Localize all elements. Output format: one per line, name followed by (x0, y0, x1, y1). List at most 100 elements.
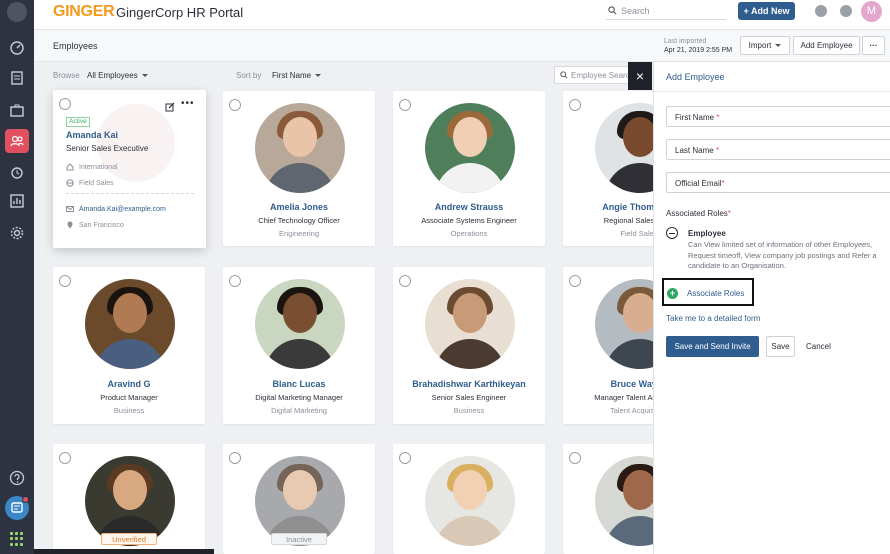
employee-card[interactable]: Unverified (53, 444, 205, 554)
browse-label: Browse (53, 71, 80, 80)
top-bar: GINGER GingerCorp HR Portal Search + Add… (34, 0, 890, 30)
save-button[interactable]: Save (766, 336, 795, 357)
filter-bar: Browse All Employees Sort by First Name … (34, 62, 654, 87)
expanded-employee-card[interactable]: ••• Active Amanda Kai Senior Sales Execu… (53, 90, 206, 248)
employee-name[interactable]: Brahadishwar Karthikeyan (393, 379, 545, 389)
official-email-field[interactable]: Official Email* (666, 172, 890, 193)
divider (654, 91, 890, 92)
chevron-down-icon (141, 74, 148, 78)
employee-card[interactable]: Blanc Lucas Digital Marketing Manager Di… (223, 267, 375, 424)
select-radio[interactable] (229, 99, 241, 111)
department: Field Sales (79, 179, 114, 187)
select-radio[interactable] (229, 275, 241, 287)
last-name-field[interactable]: Last Name * (666, 139, 890, 160)
briefcase-icon[interactable] (5, 98, 29, 122)
associate-roles-button[interactable]: + Associate Roles (662, 278, 754, 306)
sort-label: Sort by (236, 71, 262, 80)
employee-card[interactable]: Brahadishwar Karthikeyan Senior Sales En… (393, 267, 545, 424)
employee-title: Senior Sales Executive (66, 144, 149, 153)
email-link[interactable]: Amanda.Kai@example.com (79, 206, 166, 213)
status-badge: Unverified (101, 533, 157, 545)
employee-title: Digital Marketing Manager (255, 393, 343, 402)
required-marker: * (716, 113, 720, 122)
add-employee-button[interactable]: Add Employee (793, 36, 860, 55)
select-radio[interactable] (59, 275, 71, 287)
more-options-button[interactable]: ··· (862, 36, 885, 55)
employee-name[interactable]: Amelia Jones (223, 202, 375, 212)
reports-icon[interactable] (5, 189, 29, 213)
last-name-placeholder: Last Name (675, 146, 714, 155)
close-panel-button[interactable]: × (628, 62, 652, 90)
apps-grid-icon[interactable] (10, 532, 24, 546)
sort-value: First Name (272, 71, 312, 80)
select-radio[interactable] (59, 98, 71, 110)
employee-title: Product Manager (100, 393, 158, 402)
employee-search-placeholder: Employee Search (571, 71, 634, 80)
employee-search-input[interactable]: Employee Search (554, 66, 634, 84)
browse-value: All Employees (87, 71, 138, 80)
app-logo-icon[interactable] (7, 2, 27, 22)
help-icon[interactable] (9, 470, 25, 491)
add-new-button[interactable]: + Add New (738, 2, 795, 20)
sort-dropdown[interactable]: First Name (272, 71, 322, 80)
first-name-field[interactable]: First Name * (666, 106, 890, 127)
employee-name[interactable]: Amanda Kai (66, 130, 118, 140)
select-radio[interactable] (569, 275, 581, 287)
employees-nav-icon[interactable] (5, 129, 29, 153)
select-radio[interactable] (399, 452, 411, 464)
employee-card[interactable] (393, 444, 545, 554)
more-options-icon[interactable]: ••• (181, 98, 195, 109)
employee-name[interactable]: Aravind G (53, 379, 205, 389)
employee-department: Digital Marketing (271, 406, 327, 415)
import-label: Import (748, 41, 772, 50)
employee-photo (425, 456, 515, 546)
role-name: Employee (688, 229, 726, 238)
select-radio[interactable] (569, 452, 581, 464)
last-imported-label: Last imported (664, 38, 707, 45)
select-radio[interactable] (399, 275, 411, 287)
associated-roles-label: Associated Roles (666, 209, 728, 218)
employee-name[interactable]: Blanc Lucas (223, 379, 375, 389)
status-badge: Inactive (271, 533, 327, 545)
select-radio[interactable] (569, 99, 581, 111)
chat-icon[interactable] (5, 496, 29, 520)
select-radio[interactable] (399, 99, 411, 111)
employee-name[interactable]: Andrew Strauss (393, 202, 545, 212)
select-radio[interactable] (229, 452, 241, 464)
status-badge: Active (66, 117, 90, 127)
alarm-clock-icon[interactable] (5, 160, 29, 184)
documents-icon[interactable] (5, 66, 29, 90)
portal-title: GingerCorp HR Portal (116, 5, 244, 20)
employee-title: Associate Systems Engineer (421, 216, 517, 225)
employee-card[interactable]: Amelia Jones Chief Technology Officer En… (223, 91, 375, 246)
browse-dropdown[interactable]: All Employees (87, 71, 148, 80)
email-row: Amanda.Kai@example.com (66, 205, 166, 213)
search-icon (560, 71, 568, 79)
mail-icon (66, 206, 74, 212)
location-type-row: International (66, 163, 118, 171)
add-employee-panel: Add Employee First Name * Last Name * Of… (653, 62, 890, 554)
user-avatar[interactable]: M (861, 1, 882, 22)
required-marker: * (727, 209, 731, 218)
save-and-send-invite-button[interactable]: Save and Send Invite (666, 336, 759, 357)
global-search-input[interactable]: Search (606, 2, 726, 20)
employee-card[interactable]: Inactive (223, 444, 375, 554)
page-title: Employees (53, 41, 98, 51)
remove-role-icon[interactable] (666, 227, 678, 239)
role-description: Can View limited set of information of o… (688, 240, 877, 270)
import-dropdown-button[interactable]: Import (740, 36, 790, 55)
chevron-down-icon (315, 74, 322, 78)
brand-logo[interactable]: GINGER (53, 3, 115, 21)
messages-icon[interactable] (815, 5, 827, 17)
detailed-form-link[interactable]: Take me to a detailed form (666, 314, 760, 323)
notifications-bell-icon[interactable] (840, 5, 852, 17)
settings-gear-icon[interactable] (5, 221, 29, 245)
edit-icon[interactable] (165, 99, 175, 117)
employee-card[interactable]: Andrew Strauss Associate Systems Enginee… (393, 91, 545, 246)
cancel-button[interactable]: Cancel (806, 342, 831, 351)
plus-icon: + (667, 288, 678, 299)
status-strip (34, 549, 214, 554)
select-radio[interactable] (59, 452, 71, 464)
dashboard-icon[interactable] (5, 36, 29, 60)
employee-card[interactable]: Aravind G Product Manager Business (53, 267, 205, 424)
